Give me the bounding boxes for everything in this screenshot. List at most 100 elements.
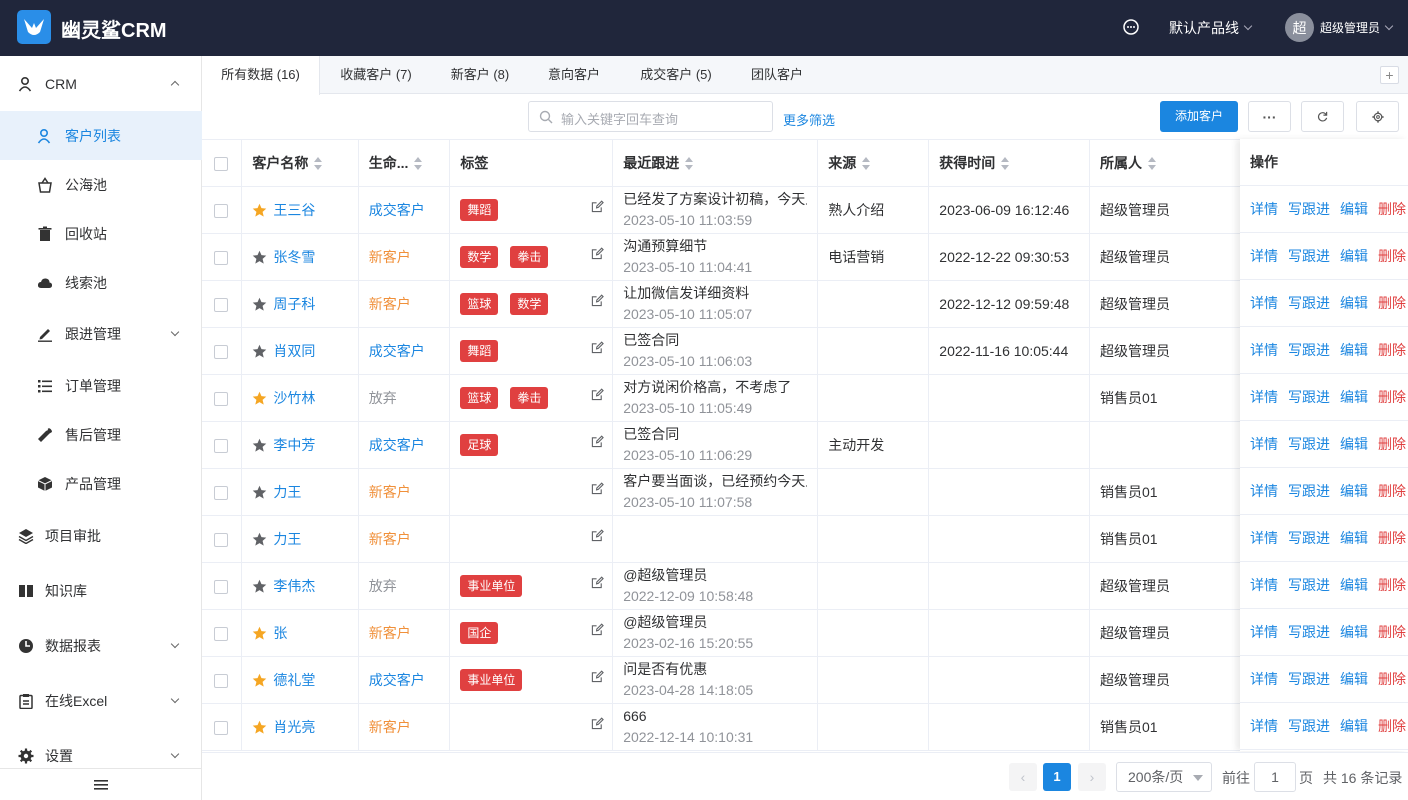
tab-intent[interactable]: 意向客户 [538,56,610,94]
write-followup-link[interactable]: 写跟进 [1288,483,1330,499]
table-row[interactable]: 力王 新客户 客户要当面谈，已经预约今天上 2023-05-10 11:07:58 销售… [202,468,1408,516]
write-followup-link[interactable]: 写跟进 [1288,671,1330,687]
customer-name-link[interactable]: 周子科 [273,296,315,312]
detail-link[interactable]: 详情 [1250,295,1278,311]
delete-link[interactable]: 删除 [1378,248,1406,264]
star-icon[interactable] [252,250,267,265]
star-icon[interactable] [252,344,267,359]
tab-deal[interactable]: 成交客户 (5) [630,56,722,94]
write-followup-link[interactable]: 写跟进 [1288,342,1330,358]
col-obtained[interactable]: 获得时间 [928,140,1091,187]
detail-link[interactable]: 详情 [1250,718,1278,734]
delete-link[interactable]: 删除 [1378,295,1406,311]
avatar[interactable]: 超 [1285,13,1314,42]
delete-link[interactable]: 删除 [1378,201,1406,217]
edit-icon[interactable] [591,340,605,354]
sidebar-group-approval[interactable]: 项目审批 [0,511,202,560]
goto-page-input[interactable]: 1 [1254,762,1296,792]
sidebar-item-aftersales[interactable]: 售后管理 [0,410,202,459]
detail-link[interactable]: 详情 [1250,483,1278,499]
edit-icon[interactable] [591,716,605,730]
customer-name-cell[interactable]: 德礼堂 [241,656,359,704]
write-followup-link[interactable]: 写跟进 [1288,248,1330,264]
page-size-select[interactable]: 200条/页 [1116,762,1212,792]
row-checkbox[interactable] [214,203,228,218]
edit-link[interactable]: 编辑 [1340,248,1368,264]
edit-link[interactable]: 编辑 [1340,295,1368,311]
row-checkbox[interactable] [214,344,228,359]
sidebar-collapse-button[interactable] [0,768,202,800]
customer-name-cell[interactable]: 沙竹林 [241,374,359,422]
customer-name-cell[interactable]: 张 [241,609,359,657]
settings-button[interactable] [1356,101,1399,132]
table-row[interactable]: 李中芳 成交客户 足球 已签合同 2023-05-10 11:06:29 主动开发 [202,421,1408,469]
row-checkbox[interactable] [214,297,228,312]
customer-name-cell[interactable]: 周子科 [241,280,359,328]
sidebar-group-knowledge[interactable]: 知识库 [0,566,202,615]
star-icon[interactable] [252,626,267,641]
edit-link[interactable]: 编辑 [1340,718,1368,734]
sort-icon[interactable] [862,157,871,171]
row-checkbox[interactable] [214,673,228,688]
write-followup-link[interactable]: 写跟进 [1288,624,1330,640]
customer-name-link[interactable]: 张冬雪 [273,249,315,265]
delete-link[interactable]: 删除 [1378,671,1406,687]
edit-link[interactable]: 编辑 [1340,342,1368,358]
sidebar-item-leads[interactable]: 线索池 [0,258,202,307]
row-select-cell[interactable] [202,421,243,469]
sort-icon[interactable] [685,157,694,171]
sidebar-item-followup[interactable]: 跟进管理 [0,309,202,358]
brand-name[interactable]: 幽灵鲨CRM [61,14,167,43]
row-checkbox[interactable] [214,485,228,500]
sort-icon[interactable] [1001,157,1010,171]
delete-link[interactable]: 删除 [1378,530,1406,546]
delete-link[interactable]: 删除 [1378,624,1406,640]
write-followup-link[interactable]: 写跟进 [1288,201,1330,217]
customer-name-cell[interactable]: 肖光亮 [241,703,359,751]
write-followup-link[interactable]: 写跟进 [1288,389,1330,405]
product-line-selector[interactable]: 默认产品线 [1169,18,1253,38]
row-checkbox[interactable] [214,579,228,594]
customer-name-link[interactable]: 李中芳 [273,437,315,453]
sidebar-item-recycle[interactable]: 回收站 [0,209,202,258]
refresh-button[interactable] [1301,101,1344,132]
edit-icon[interactable] [591,199,605,213]
col-lifecycle[interactable]: 生命... [358,140,451,187]
sidebar-item-products[interactable]: 产品管理 [0,459,202,508]
customer-name-link[interactable]: 力王 [273,484,301,500]
detail-link[interactable]: 详情 [1250,577,1278,593]
detail-link[interactable]: 详情 [1250,624,1278,640]
write-followup-link[interactable]: 写跟进 [1288,530,1330,546]
star-icon[interactable] [252,579,267,594]
edit-icon[interactable] [591,293,605,307]
write-followup-link[interactable]: 写跟进 [1288,436,1330,452]
tab-favorites[interactable]: 收藏客户 (7) [328,56,424,94]
customer-name-link[interactable]: 沙竹林 [273,390,315,406]
row-checkbox[interactable] [214,250,228,265]
row-select-cell[interactable] [202,515,243,563]
edit-link[interactable]: 编辑 [1340,624,1368,640]
row-select-cell[interactable] [202,609,243,657]
table-row[interactable]: 肖光亮 新客户 666 2022-12-14 10:10:31 销售员01 [202,703,1408,751]
more-button[interactable]: ··· [1248,101,1291,132]
row-select-cell[interactable] [202,280,243,328]
row-checkbox[interactable] [214,391,228,406]
select-all-cell[interactable] [202,140,243,187]
sidebar-item-orders[interactable]: 订单管理 [0,361,202,410]
star-icon[interactable] [252,485,267,500]
prev-page-button[interactable]: ‹ [1009,763,1037,791]
star-icon[interactable] [252,673,267,688]
table-row[interactable]: 张新客户 国企 @超级管理员 2023-02-16 15:20:55 超级管理员 [202,609,1408,657]
tab-all[interactable]: 所有数据 (16) [202,56,320,95]
edit-link[interactable]: 编辑 [1340,389,1368,405]
next-page-button[interactable]: › [1078,763,1106,791]
customer-name-link[interactable]: 王三谷 [273,202,315,218]
edit-link[interactable]: 编辑 [1340,671,1368,687]
row-select-cell[interactable] [202,656,243,704]
col-source[interactable]: 来源 [817,140,930,187]
row-select-cell[interactable] [202,327,243,375]
detail-link[interactable]: 详情 [1250,342,1278,358]
detail-link[interactable]: 详情 [1250,248,1278,264]
sidebar-group-reports[interactable]: 数据报表 [0,621,202,670]
customer-name-link[interactable]: 张 [273,625,287,641]
